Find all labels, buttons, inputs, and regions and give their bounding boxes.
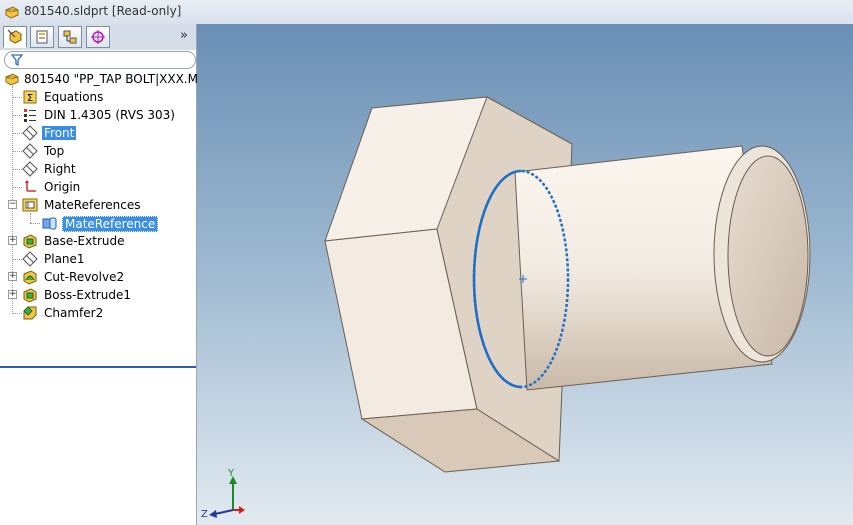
filter-icon xyxy=(11,54,23,66)
view-triad xyxy=(209,476,245,518)
dimxpert-icon xyxy=(91,30,105,44)
model-view[interactable]: Y Z xyxy=(197,24,853,525)
tree-item-equations[interactable]: Σ Equations xyxy=(0,88,196,106)
tab-configuration-manager[interactable] xyxy=(58,26,82,48)
part-icon xyxy=(5,73,19,86)
plane-icon xyxy=(22,161,38,177)
tab-dimxpert[interactable] xyxy=(86,26,110,48)
plane-icon xyxy=(22,125,38,141)
plane-icon xyxy=(22,251,38,267)
tab-property-manager[interactable] xyxy=(30,26,54,48)
tree-item-label: Base-Extrude xyxy=(44,234,125,248)
tree-rollback-bar[interactable] xyxy=(0,366,196,368)
tree-item-mate-references[interactable]: − MateReferences xyxy=(0,196,196,214)
tree-item-material[interactable]: DIN 1.4305 (RVS 303) xyxy=(0,106,196,124)
window-title: 801540.sldprt [Read-only] xyxy=(24,4,182,18)
origin-icon xyxy=(25,180,36,192)
part-file-icon xyxy=(5,6,19,19)
tree-item-label: Right xyxy=(44,162,76,176)
tree-item-label: Plane1 xyxy=(44,252,85,266)
tree-item-label: MateReferences xyxy=(44,198,141,212)
svg-text:Σ: Σ xyxy=(27,93,33,104)
chamfer-icon xyxy=(23,306,37,320)
collapse-toggle-icon[interactable]: − xyxy=(8,200,17,209)
tree-item-chamfer2[interactable]: Chamfer2 xyxy=(0,304,196,322)
graphics-viewport[interactable]: Y Z xyxy=(197,24,853,525)
feature-manager-icon xyxy=(7,29,22,44)
tree-item-plane1[interactable]: Plane1 xyxy=(0,250,196,268)
property-manager-icon xyxy=(36,30,48,44)
tree-item-front-plane[interactable]: Front xyxy=(0,124,196,142)
expand-toggle-icon[interactable]: + xyxy=(8,290,17,299)
tree-item-right-plane[interactable]: Right xyxy=(0,160,196,178)
tree-item-label: Chamfer2 xyxy=(44,306,104,320)
expand-toggle-icon[interactable]: + xyxy=(8,272,17,281)
revolve-icon xyxy=(23,270,37,285)
equations-icon: Σ xyxy=(23,90,37,104)
feature-manager-panel: » 801540 "PP_TAP BOLT|XXX.M16x Σ Equatio… xyxy=(0,24,220,525)
panel-tab-bar: » xyxy=(0,24,196,50)
tree-item-mate-reference[interactable]: MateReference xyxy=(0,214,196,232)
mate-reference-icon xyxy=(42,217,57,230)
tree-item-label: DIN 1.4305 (RVS 303) xyxy=(44,108,175,122)
plane-icon xyxy=(22,143,38,159)
tree-item-label: Equations xyxy=(44,90,104,104)
triad-z-label: Z xyxy=(201,509,208,520)
tree-item-boss-extrude1[interactable]: + Boss-Extrude1 xyxy=(0,286,196,304)
expand-chevron-icon[interactable]: » xyxy=(180,28,188,43)
tree-item-cut-revolve2[interactable]: + Cut-Revolve2 xyxy=(0,268,196,286)
extrude-icon xyxy=(23,288,37,303)
tab-feature-manager[interactable] xyxy=(3,26,27,48)
material-icon xyxy=(24,109,36,122)
tree-item-label: Boss-Extrude1 xyxy=(44,288,131,302)
extrude-icon xyxy=(23,234,37,249)
title-bar: 801540.sldprt [Read-only] xyxy=(0,0,853,25)
shaft-end-face[interactable] xyxy=(727,155,809,357)
tree-item-label: Origin xyxy=(44,180,81,194)
tree-root-label: 801540 "PP_TAP BOLT|XXX.M16x xyxy=(24,72,221,86)
tree-item-origin[interactable]: Origin xyxy=(0,178,196,196)
tree-item-label: Top xyxy=(44,144,65,158)
tree-root[interactable]: 801540 "PP_TAP BOLT|XXX.M16x xyxy=(0,70,220,88)
mate-references-icon xyxy=(22,198,38,212)
tree-item-base-extrude[interactable]: + Base-Extrude xyxy=(0,232,196,250)
tree-item-label: MateReference xyxy=(62,216,159,232)
tree-filter-input[interactable] xyxy=(4,51,196,69)
configuration-manager-icon xyxy=(63,30,77,44)
triad-y-label: Y xyxy=(227,468,235,479)
expand-toggle-icon[interactable]: + xyxy=(8,236,17,245)
tree-item-top-plane[interactable]: Top xyxy=(0,142,196,160)
tree-item-label: Cut-Revolve2 xyxy=(44,270,125,284)
tree-item-label: Front xyxy=(42,126,77,140)
